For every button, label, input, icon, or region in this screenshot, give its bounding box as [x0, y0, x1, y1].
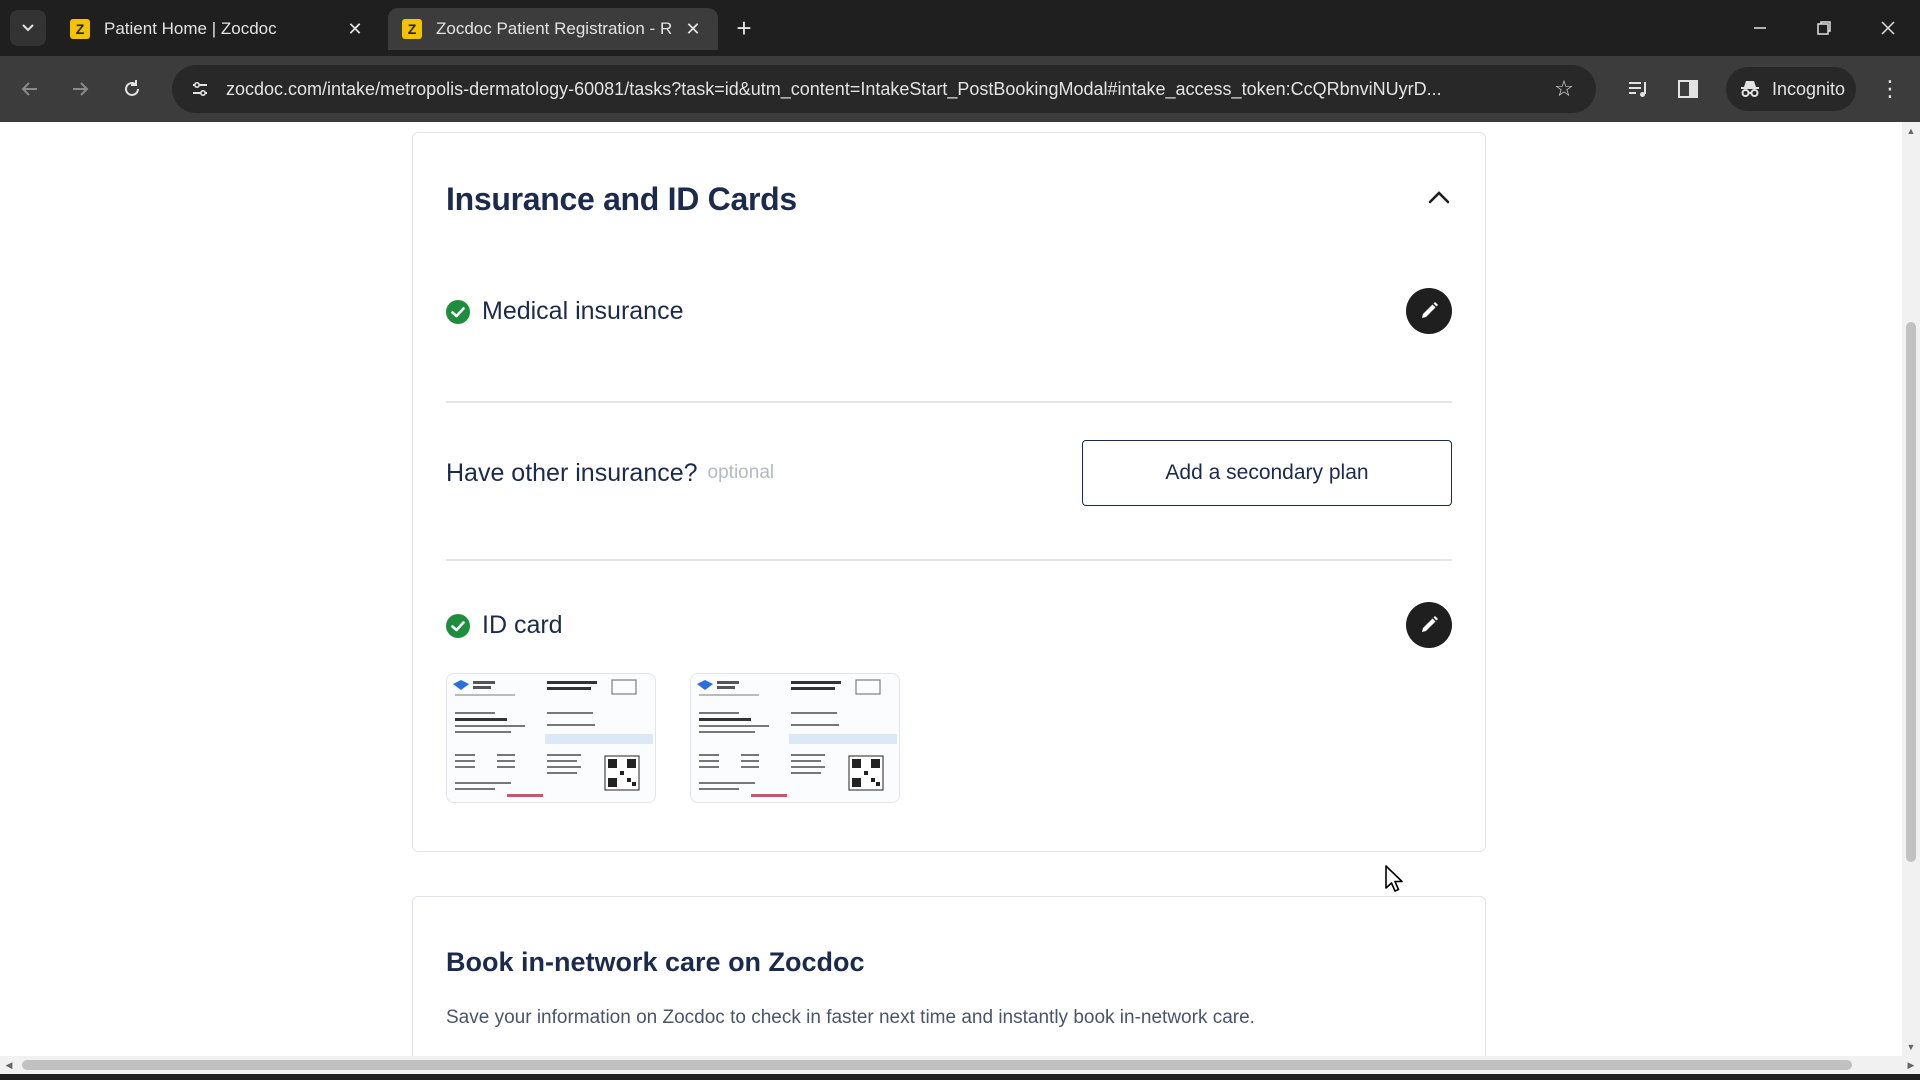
incognito-indicator[interactable]: Incognito	[1726, 67, 1856, 111]
browser-menu-icon[interactable]: ⋮	[1872, 69, 1908, 109]
page-content: Insurance and ID Cards Medical insurance…	[0, 122, 1902, 1056]
reload-icon[interactable]	[112, 69, 152, 109]
scroll-up-arrow-icon[interactable]: ▲	[1902, 122, 1920, 140]
section-title: Insurance and ID Cards	[446, 181, 797, 217]
book-section-title: Book in-network care on Zocdoc	[446, 947, 865, 977]
medical-insurance-row: Medical insurance	[446, 288, 1452, 334]
book-in-network-section: Book in-network care on Zocdoc Save your…	[412, 896, 1486, 1056]
side-panel-icon[interactable]	[1668, 69, 1708, 109]
tab-title: Patient Home | Zocdoc	[104, 19, 277, 38]
pencil-icon	[1422, 616, 1438, 632]
restore-icon[interactable]	[1796, 8, 1852, 48]
site-settings-icon[interactable]	[180, 69, 220, 109]
horizontal-scroll-thumb[interactable]	[22, 1060, 1852, 1070]
divider	[446, 401, 1452, 403]
tab-search-button[interactable]	[10, 10, 46, 46]
address-bar[interactable]: zocdoc.com/intake/metropolis-dermatology…	[172, 65, 1596, 113]
check-circle-icon	[446, 613, 470, 638]
insurance-id-card-section: Insurance and ID Cards Medical insurance…	[412, 132, 1486, 852]
tab-title: Zocdoc Patient Registration - R	[436, 19, 673, 38]
edit-id-card-button[interactable]	[1406, 602, 1452, 648]
tab-patient-home[interactable]: Z Patient Home | Zocdoc ✕	[56, 8, 380, 50]
scroll-right-arrow-icon[interactable]: ▶	[1902, 1056, 1920, 1074]
other-insurance-question: Have other insurance?	[446, 458, 698, 487]
id-card-thumbnails	[446, 673, 900, 803]
id-card-back-image[interactable]	[690, 673, 900, 803]
forward-arrow-icon[interactable]	[60, 69, 100, 109]
check-circle-icon	[446, 299, 470, 324]
add-secondary-plan-button[interactable]: Add a secondary plan	[1082, 440, 1452, 506]
incognito-label: Incognito	[1772, 78, 1846, 99]
browser-toolbar: zocdoc.com/intake/metropolis-dermatology…	[0, 56, 1920, 122]
media-control-icon[interactable]	[1618, 69, 1658, 109]
mouse-cursor-icon	[1385, 865, 1403, 892]
scroll-down-arrow-icon[interactable]: ▼	[1902, 1038, 1920, 1056]
incognito-icon	[1741, 81, 1759, 97]
back-arrow-icon[interactable]	[10, 69, 50, 109]
vertical-scrollbar[interactable]: ▲ ▼	[1902, 122, 1920, 1056]
medical-insurance-label: Medical insurance	[482, 297, 684, 325]
chevron-up-icon[interactable]	[1423, 181, 1455, 213]
bookmark-star-icon[interactable]: ☆	[1544, 69, 1584, 109]
zocdoc-favicon-icon: Z	[70, 19, 90, 39]
vertical-scroll-thumb[interactable]	[1906, 322, 1916, 862]
scroll-left-arrow-icon[interactable]: ◀	[0, 1056, 18, 1074]
id-card-row: ID card	[446, 602, 1452, 648]
optional-label: optional	[707, 462, 775, 483]
window-close-icon[interactable]	[1860, 8, 1916, 48]
edit-medical-insurance-button[interactable]	[1406, 288, 1452, 334]
tab-patient-registration[interactable]: Z Zocdoc Patient Registration - R ✕	[388, 8, 718, 50]
pencil-icon	[1422, 302, 1438, 318]
zocdoc-favicon-icon: Z	[402, 19, 422, 39]
minimize-icon[interactable]	[1732, 8, 1788, 48]
divider	[446, 559, 1452, 561]
horizontal-scrollbar[interactable]: ◀ ▶	[0, 1056, 1920, 1074]
url-text[interactable]: zocdoc.com/intake/metropolis-dermatology…	[226, 79, 1544, 100]
book-section-description: Save your information on Zocdoc to check…	[446, 1007, 1255, 1028]
new-tab-plus-icon[interactable]: +	[728, 12, 760, 44]
tab-strip: Z Patient Home | Zocdoc ✕ Z Zocdoc Patie…	[0, 0, 1920, 56]
close-icon[interactable]: ✕	[344, 18, 366, 40]
id-card-label: ID card	[482, 611, 563, 639]
chevron-down-icon	[22, 24, 34, 32]
id-card-front-image[interactable]	[446, 673, 656, 803]
close-icon[interactable]: ✕	[682, 18, 704, 40]
taskbar-edge	[0, 1074, 1920, 1080]
